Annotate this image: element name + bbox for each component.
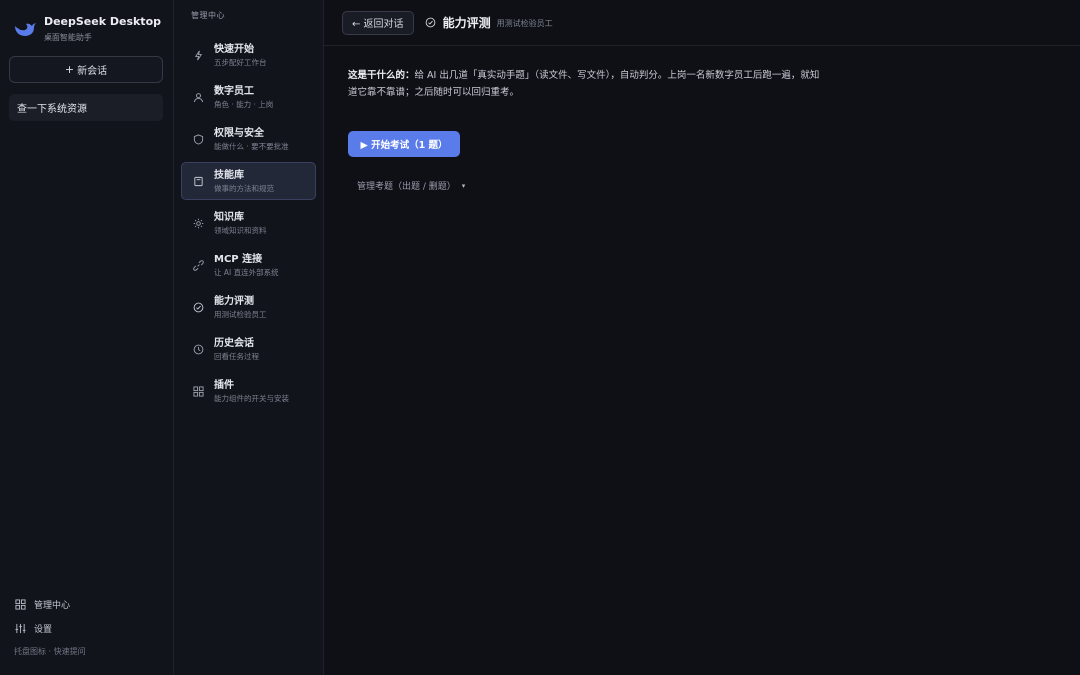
check-circle-icon: [193, 302, 204, 312]
page-header: 能力评测 用测试检验员工: [425, 14, 553, 31]
whale-logo-icon: [14, 23, 36, 36]
sun-icon: [193, 218, 204, 228]
brand: DeepSeek Desktop 桌面智能助手: [0, 0, 173, 43]
nav-item-title: 权限与安全: [214, 127, 264, 139]
nav-item-sub: 能力组件的开关与安装: [214, 393, 289, 403]
nav-item-title: 技能库: [214, 169, 244, 181]
manage-questions-label: 管理考题（出题 / 删题）: [357, 182, 456, 192]
new-chat-button[interactable]: + 新会话: [9, 56, 163, 83]
description: 这是干什么的：给 AI 出几道「真实动手题」（读文件、写文件），自动判分。上岗一…: [348, 67, 828, 101]
grid-icon: [15, 598, 26, 610]
main-panel: ← 返回对话 能力评测 用测试检验员工 这是干什么的：给 AI 出几道「真实动手…: [324, 0, 1080, 675]
nav-item-sub: 领域知识和资料: [214, 225, 267, 235]
nav-item-history[interactable]: 历史会话 回看任务过程: [181, 330, 316, 368]
back-to-chat-button[interactable]: ← 返回对话: [342, 10, 414, 35]
nav-list: 快速开始 五步配好工作台 数字员工 角色 · 能力 · 上岗 权限与安全 能做什…: [174, 36, 323, 410]
admin-nav: 管理中心 快速开始 五步配好工作台 数字员工 角色 · 能力 · 上岗 权限与安…: [174, 0, 324, 675]
page-subtitle: 用测试检验员工: [496, 19, 553, 28]
nav-item-title: 数字员工: [214, 85, 254, 97]
nav-item-sub: 五步配好工作台: [214, 57, 267, 67]
nav-item-title: 历史会话: [214, 337, 254, 349]
app-window: DeepSeek Desktop 桌面智能助手 + 新会话 查一下系统资源 管理…: [0, 0, 1080, 675]
nav-item-skills[interactable]: 技能库 做事的方法和规范: [181, 162, 316, 200]
book-icon: [194, 176, 203, 186]
chat-history-item[interactable]: 查一下系统资源: [9, 94, 163, 121]
left-sidebar: DeepSeek Desktop 桌面智能助手 + 新会话 查一下系统资源 管理…: [0, 0, 174, 675]
top-bar: ← 返回对话 能力评测 用测试检验员工: [324, 0, 1080, 46]
settings-link[interactable]: 设置: [15, 622, 86, 635]
nav-item-sub: 角色 · 能力 · 上岗: [214, 99, 274, 109]
nav-item-digital-staff[interactable]: 数字员工 角色 · 能力 · 上岗: [181, 78, 316, 116]
new-chat-label: 新会话: [77, 66, 108, 77]
nav-item-title: 快速开始: [214, 43, 254, 55]
tray-hint: 托盘图标 · 快速提问: [14, 647, 86, 656]
nav-item-knowledge[interactable]: 知识库 领域知识和资料: [181, 204, 316, 242]
app-subtitle: 桌面智能助手: [43, 33, 92, 42]
plus-icon: +: [64, 63, 75, 76]
sidebar-footer: 管理中心 设置 托盘图标 · 快速提问: [14, 598, 86, 657]
clock-icon: [193, 344, 204, 354]
nav-item-sub: 让 AI 直连外部系统: [214, 267, 279, 277]
nav-item-title: MCP 连接: [214, 253, 263, 265]
caret-down-icon: ▾: [461, 181, 466, 190]
check-circle-icon: [425, 17, 435, 28]
nav-item-sub: 能做什么 · 要不要批准: [214, 141, 289, 151]
start-exam-button[interactable]: ▶ 开始考试（1 题）: [348, 131, 460, 157]
page-title: 能力评测: [442, 16, 491, 30]
description-text: 给 AI 出几道「真实动手题」（读文件、写文件），自动判分。上岗一名新数字员工后…: [348, 70, 820, 98]
nav-item-title: 插件: [214, 379, 234, 391]
nav-item-mcp[interactable]: MCP 连接 让 AI 直连外部系统: [181, 246, 316, 284]
nav-header: 管理中心: [191, 11, 225, 20]
sliders-icon: [15, 623, 26, 633]
nav-item-sub: 用测试检验员工: [214, 309, 267, 319]
content-area: 这是干什么的：给 AI 出几道「真实动手题」（读文件、写文件），自动判分。上岗一…: [324, 46, 1080, 213]
nav-item-evaluation[interactable]: 能力评测 用测试检验员工: [181, 288, 316, 326]
settings-label: 设置: [34, 624, 53, 635]
lightning-icon: [194, 50, 203, 60]
nav-item-permissions[interactable]: 权限与安全 能做什么 · 要不要批准: [181, 120, 316, 158]
admin-center-link[interactable]: 管理中心: [15, 598, 86, 611]
nav-item-title: 知识库: [214, 211, 244, 223]
manage-questions-toggle[interactable]: 管理考题（出题 / 删题） ▾: [357, 179, 1056, 193]
nav-item-quick-start[interactable]: 快速开始 五步配好工作台: [181, 36, 316, 74]
person-icon: [193, 92, 204, 102]
nav-item-title: 能力评测: [214, 295, 254, 307]
nav-item-plugins[interactable]: 插件 能力组件的开关与安装: [181, 372, 316, 410]
app-title: DeepSeek Desktop: [43, 15, 161, 28]
admin-center-label: 管理中心: [34, 600, 71, 611]
shield-icon: [193, 133, 204, 145]
grid-icon: [193, 385, 204, 397]
description-label: 这是干什么的：: [348, 70, 415, 81]
link-icon: [193, 259, 204, 271]
nav-item-sub: 回看任务过程: [214, 351, 259, 361]
nav-item-sub: 做事的方法和规范: [214, 183, 274, 193]
